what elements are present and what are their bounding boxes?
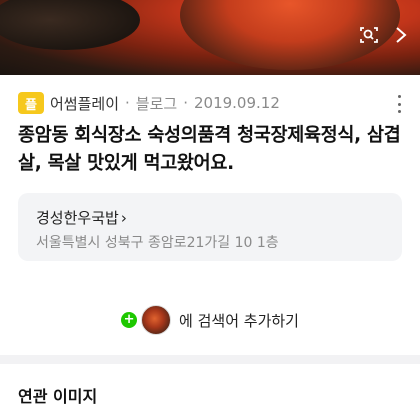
- blog-logo[interactable]: 플: [18, 92, 44, 114]
- plus-icon: +: [121, 312, 138, 328]
- related-images-title: 연관 이미지: [18, 387, 98, 406]
- keyword-thumbnail: [141, 305, 172, 335]
- post-title[interactable]: 종암동 회식장소 숙성의품격 청국장제육정식, 삼겹살, 목살 맛있게 먹고왔어…: [18, 122, 410, 178]
- add-keyword-label: 에 검색어 추가하기: [179, 311, 299, 330]
- image-search-icon[interactable]: [358, 24, 380, 46]
- meta-separator: ·: [125, 94, 130, 112]
- meta-separator: ·: [183, 94, 188, 112]
- post-date: 2019.09.12: [193, 94, 280, 112]
- section-divider: [0, 355, 420, 364]
- place-card[interactable]: 경성한우국밥 › 서울특별시 성북구 종암로21가길 10 1층: [18, 193, 402, 261]
- hero-image-spoon: [0, 0, 140, 50]
- chevron-right-icon[interactable]: [390, 24, 412, 46]
- chevron-right-icon: ›: [120, 209, 127, 227]
- place-address: 서울특별시 성북구 종암로21가길 10 1층: [36, 235, 279, 251]
- add-keyword-button[interactable]: + 에 검색어 추가하기: [0, 305, 420, 335]
- source-label: 블로그: [135, 94, 178, 113]
- hero-image[interactable]: [0, 0, 420, 75]
- blog-name[interactable]: 어썸플레이: [50, 93, 119, 114]
- post-meta: 플 어썸플레이 · 블로그 · 2019.09.12: [18, 92, 280, 114]
- more-options-icon[interactable]: [398, 95, 404, 113]
- place-name[interactable]: 경성한우국밥: [36, 209, 119, 227]
